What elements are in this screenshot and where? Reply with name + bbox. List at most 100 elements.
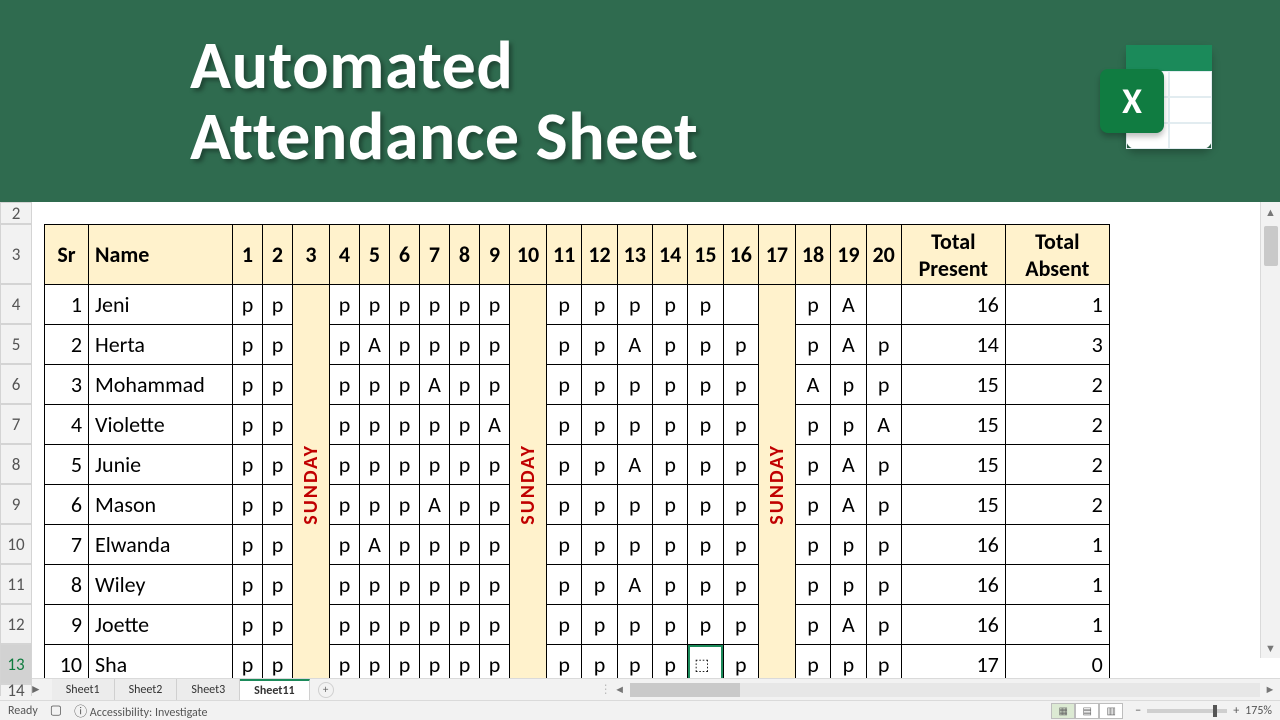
attendance-cell[interactable]: p	[330, 485, 360, 525]
attendance-cell[interactable]: p	[795, 525, 830, 565]
attendance-cell[interactable]: p	[480, 605, 510, 645]
column-header[interactable]: 7	[420, 225, 450, 285]
cell-sr[interactable]: 8	[45, 565, 89, 605]
cell-sr[interactable]: 1	[45, 285, 89, 325]
attendance-cell[interactable]: ⬚	[688, 645, 723, 679]
attendance-cell[interactable]: p	[390, 565, 420, 605]
attendance-cell[interactable]: p	[263, 405, 293, 445]
attendance-cell[interactable]: p	[547, 645, 582, 679]
attendance-cell[interactable]: p	[795, 405, 830, 445]
attendance-cell[interactable]: p	[420, 645, 450, 679]
attendance-cell[interactable]: p	[723, 645, 758, 679]
cell-total-absent[interactable]: 2	[1005, 365, 1109, 405]
attendance-cell[interactable]: A	[617, 565, 652, 605]
attendance-cell[interactable]: p	[547, 405, 582, 445]
row-header[interactable]: 5	[0, 324, 32, 364]
zoom-slider[interactable]	[1147, 709, 1227, 713]
view-buttons[interactable]: ▦ ▤ ▥	[1051, 703, 1123, 719]
row-header[interactable]: 13	[0, 644, 32, 684]
attendance-cell[interactable]: p	[652, 405, 687, 445]
cell-total-present[interactable]: 15	[901, 405, 1005, 445]
attendance-cell[interactable]: p	[420, 565, 450, 605]
attendance-cell[interactable]: p	[450, 565, 480, 605]
column-header[interactable]: 11	[547, 225, 582, 285]
attendance-cell[interactable]: p	[688, 325, 723, 365]
attendance-cell[interactable]: p	[652, 365, 687, 405]
attendance-cell[interactable]: p	[652, 605, 687, 645]
add-sheet-button[interactable]: +	[318, 682, 334, 698]
attendance-cell[interactable]	[866, 285, 901, 325]
attendance-cell[interactable]: p	[866, 525, 901, 565]
attendance-cell[interactable]: p	[233, 285, 263, 325]
page-layout-view-button[interactable]: ▤	[1075, 703, 1099, 719]
attendance-cell[interactable]: A	[831, 605, 866, 645]
attendance-cell[interactable]: p	[450, 405, 480, 445]
attendance-cell[interactable]: p	[390, 325, 420, 365]
attendance-cell[interactable]: A	[360, 525, 390, 565]
column-header[interactable]: 9	[480, 225, 510, 285]
attendance-cell[interactable]: p	[688, 285, 723, 325]
attendance-cell[interactable]: p	[360, 565, 390, 605]
cell-total-present[interactable]: 15	[901, 365, 1005, 405]
attendance-cell[interactable]: A	[831, 445, 866, 485]
attendance-cell[interactable]: A	[480, 405, 510, 445]
attendance-cell[interactable]: p	[390, 445, 420, 485]
cell-total-present[interactable]: 15	[901, 445, 1005, 485]
attendance-cell[interactable]: p	[450, 485, 480, 525]
zoom-level[interactable]: 175%	[1245, 704, 1272, 718]
attendance-cell[interactable]: p	[360, 605, 390, 645]
cell-total-absent[interactable]: 1	[1005, 565, 1109, 605]
attendance-table[interactable]: SrName1234567891011121314151617181920Tot…	[44, 224, 1110, 678]
cell-total-absent[interactable]: 2	[1005, 485, 1109, 525]
attendance-cell[interactable]: p	[831, 525, 866, 565]
column-header[interactable]: 4	[330, 225, 360, 285]
cell-total-present[interactable]: 14	[901, 325, 1005, 365]
attendance-cell[interactable]: p	[795, 485, 830, 525]
attendance-cell[interactable]: p	[420, 605, 450, 645]
column-header[interactable]: 1	[233, 225, 263, 285]
attendance-cell[interactable]: A	[617, 445, 652, 485]
attendance-cell[interactable]: p	[360, 405, 390, 445]
attendance-cell[interactable]: p	[330, 365, 360, 405]
attendance-cell[interactable]: p	[233, 325, 263, 365]
attendance-cell[interactable]: p	[450, 325, 480, 365]
cell-sr[interactable]: 4	[45, 405, 89, 445]
attendance-cell[interactable]: p	[617, 485, 652, 525]
cell-name[interactable]: Mason	[89, 485, 233, 525]
attendance-cell[interactable]: p	[866, 565, 901, 605]
attendance-cell[interactable]: p	[723, 405, 758, 445]
row-header[interactable]: 9	[0, 484, 32, 524]
attendance-cell[interactable]: p	[617, 365, 652, 405]
attendance-cell[interactable]: A	[831, 485, 866, 525]
attendance-cell[interactable]: p	[233, 565, 263, 605]
cell-sr[interactable]: 6	[45, 485, 89, 525]
row-header[interactable]: 10	[0, 524, 32, 564]
cell-total-present[interactable]: 17	[901, 645, 1005, 679]
attendance-cell[interactable]: p	[866, 325, 901, 365]
attendance-cell[interactable]: p	[831, 405, 866, 445]
column-header[interactable]: Total Absent	[1005, 225, 1109, 285]
cell-sr[interactable]: 2	[45, 325, 89, 365]
attendance-cell[interactable]: p	[233, 605, 263, 645]
attendance-cell[interactable]: p	[688, 445, 723, 485]
scroll-down-arrow[interactable]: ▼	[1261, 638, 1280, 658]
attendance-cell[interactable]: p	[582, 525, 617, 565]
vertical-scrollbar[interactable]: ▲ ▼	[1260, 202, 1280, 658]
attendance-cell[interactable]: p	[233, 405, 263, 445]
attendance-cell[interactable]: p	[582, 365, 617, 405]
cell-total-absent[interactable]: 2	[1005, 405, 1109, 445]
attendance-cell[interactable]: p	[795, 605, 830, 645]
attendance-cell[interactable]: p	[233, 525, 263, 565]
cell-total-absent[interactable]: 1	[1005, 285, 1109, 325]
attendance-cell[interactable]: p	[390, 525, 420, 565]
attendance-cell[interactable]: p	[390, 485, 420, 525]
attendance-cell[interactable]: p	[617, 645, 652, 679]
attendance-cell[interactable]: p	[263, 365, 293, 405]
attendance-cell[interactable]: p	[390, 645, 420, 679]
attendance-cell[interactable]: p	[480, 645, 510, 679]
attendance-cell[interactable]: p	[263, 485, 293, 525]
attendance-cell[interactable]: p	[866, 365, 901, 405]
attendance-cell[interactable]: p	[450, 605, 480, 645]
hscroll-thumb[interactable]	[630, 683, 740, 697]
cell-total-absent[interactable]: 1	[1005, 525, 1109, 565]
